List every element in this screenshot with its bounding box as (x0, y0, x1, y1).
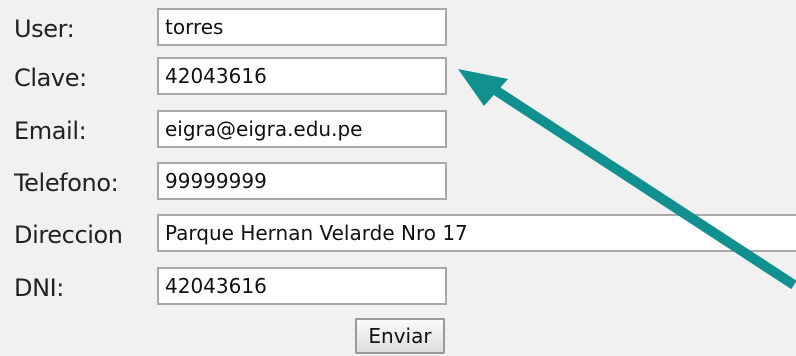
email-label: Email: (14, 117, 87, 145)
registration-form: User: torres Clave: 42043616 Email: eigr… (0, 0, 796, 356)
dni-field[interactable]: 42043616 (157, 267, 447, 305)
user-field[interactable]: torres (157, 8, 447, 46)
email-field[interactable]: eigra@eigra.edu.pe (157, 110, 447, 148)
direccion-field[interactable]: Parque Hernan Velarde Nro 17 (157, 214, 796, 252)
clave-field[interactable]: 42043616 (157, 57, 447, 95)
enviar-button[interactable]: Enviar (355, 318, 445, 354)
telefono-label: Telefono: (14, 169, 119, 197)
clave-label: Clave: (14, 64, 87, 92)
telefono-field[interactable]: 99999999 (157, 162, 447, 200)
user-label: User: (14, 15, 75, 43)
dni-label: DNI: (14, 274, 64, 302)
direccion-label: Direccion (14, 221, 123, 249)
